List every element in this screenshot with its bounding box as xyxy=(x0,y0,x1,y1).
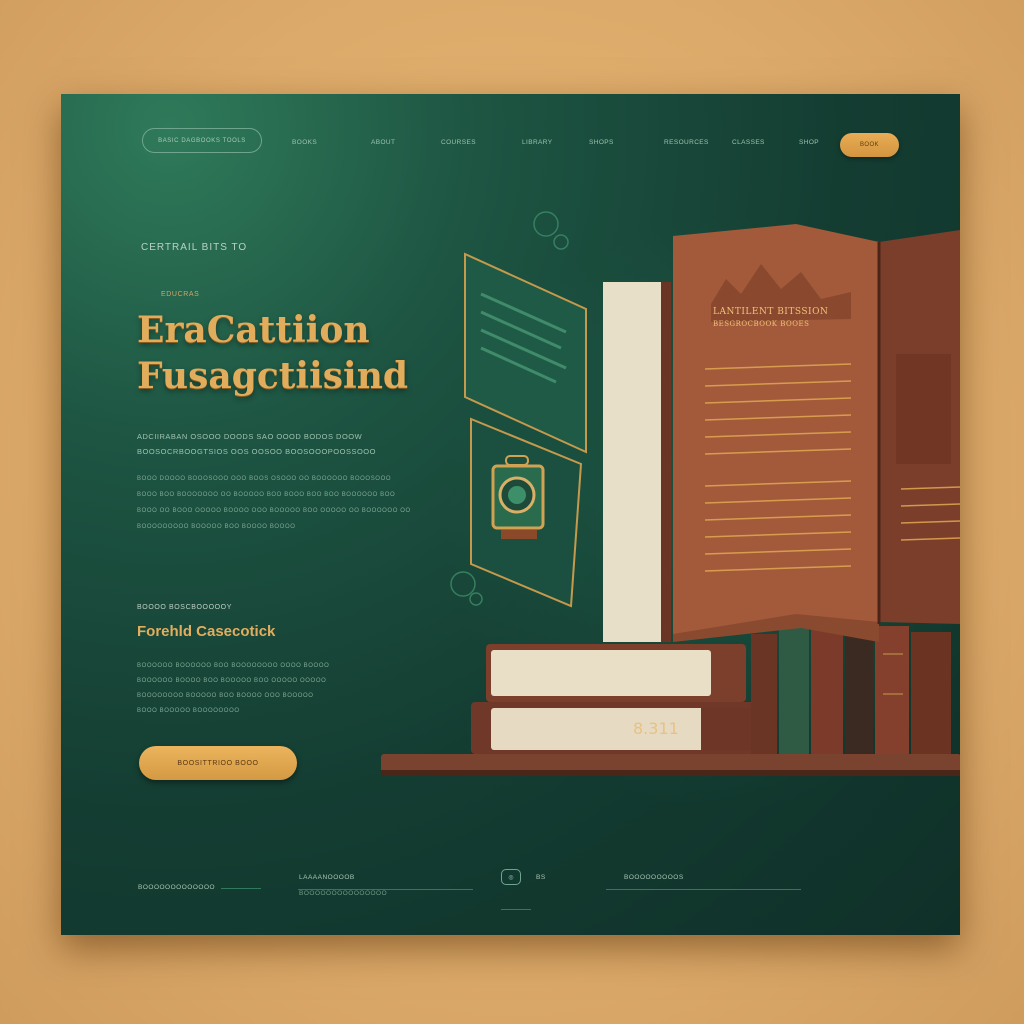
open-book xyxy=(673,224,960,642)
book-spine-label: 8.311 xyxy=(633,719,679,738)
hero-frame: BASIC DAGBOOKS TOOLS BOOKS ABOUT COURSES… xyxy=(61,94,960,935)
footer-divider xyxy=(501,909,531,910)
footer-divider xyxy=(298,889,473,890)
footer-divider xyxy=(221,888,261,889)
floating-badge-card xyxy=(470,417,583,608)
books-illustration xyxy=(381,211,960,776)
footer-icon[interactable]: ◎ xyxy=(501,869,521,885)
footer-icon-glyph: ◎ xyxy=(508,874,514,881)
book-stack xyxy=(471,644,761,754)
footer-right-title[interactable]: BOOOOOOOOOS xyxy=(624,874,684,881)
book-spines xyxy=(751,624,951,754)
book-page-subtitle: BESGROCBOOK BOOES xyxy=(713,320,810,328)
footer-icon-label: BS xyxy=(536,874,546,881)
footer-mid-subtitle: BOOOOOOOOOOOOOOO xyxy=(299,890,388,897)
floating-document-card xyxy=(464,252,587,454)
footer-mid-title[interactable]: LAAAANOOOOB xyxy=(299,874,355,881)
footer-divider xyxy=(606,889,801,890)
standing-book xyxy=(603,282,668,642)
book-page-title: LANTILENT BITSSION xyxy=(713,307,829,317)
footer-left-text[interactable]: BOOOOOOOOOOOOO xyxy=(138,884,215,891)
